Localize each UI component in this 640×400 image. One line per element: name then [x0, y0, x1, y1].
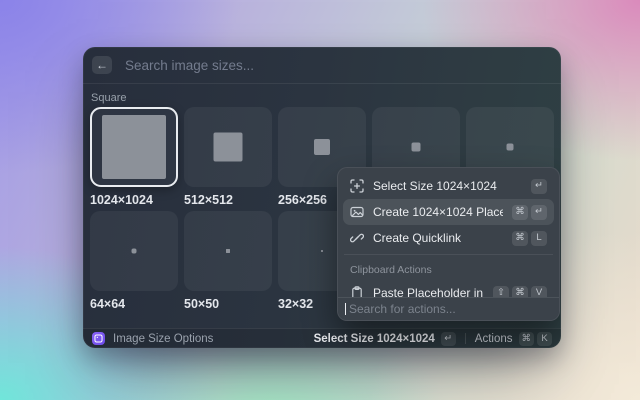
size-label: 64×64 [90, 297, 126, 311]
action-create-quicklink[interactable]: Create Quicklink ⌘ L [343, 225, 554, 251]
size-tile [90, 211, 178, 291]
size-square-preview [102, 115, 166, 179]
footer-divider [464, 333, 466, 344]
clipboard-actions-header: Clipboard Actions [350, 264, 432, 276]
key-command: ⌘ [518, 331, 534, 346]
key-return: ↵ [440, 331, 456, 346]
search-bar: ← Search image sizes... [83, 47, 561, 84]
actions-list: Select Size 1024×1024 ↵ Create 1024×1024… [338, 168, 559, 311]
section-title-square: Square [91, 92, 127, 104]
panel-divider [344, 254, 553, 255]
grid-item-512[interactable]: 512×512 [184, 107, 272, 207]
action-label: Select Size 1024×1024 [373, 179, 497, 193]
shortcut-keys: ↵ [531, 178, 547, 194]
link-icon [350, 231, 364, 245]
primary-action-label[interactable]: Select Size 1024×1024 [314, 333, 435, 345]
size-square-preview [131, 248, 137, 254]
shortcut-keys: ⌘ L [512, 230, 547, 246]
size-label: 1024×1024 [90, 193, 153, 207]
action-create-placeholder[interactable]: Create 1024×1024 Placeholder ⌘ ↵ [343, 199, 554, 225]
image-icon [350, 205, 364, 219]
key-command: ⌘ [512, 204, 528, 220]
size-square-preview [226, 249, 230, 253]
key-return: ↵ [531, 204, 547, 220]
key-l: L [531, 230, 547, 246]
extension-app-icon [92, 332, 105, 345]
actions-search-placeholder: Search for actions... [349, 302, 456, 316]
size-tile [184, 107, 272, 187]
size-square-preview [314, 139, 330, 155]
action-label: Create 1024×1024 Placeholder [373, 205, 503, 219]
select-size-icon [350, 179, 364, 193]
shortcut-keys: ⌘ K [518, 331, 552, 346]
actions-search-field[interactable]: Search for actions... [338, 297, 559, 320]
grid-item-64[interactable]: 64×64 [90, 211, 178, 311]
size-tile [90, 107, 178, 187]
size-label: 512×512 [184, 193, 234, 207]
footer-bar: Image Size Options Select Size 1024×1024… [83, 328, 561, 348]
size-label: 50×50 [184, 297, 220, 311]
grid-item-1024[interactable]: 1024×1024 [90, 107, 178, 207]
grid-item-50[interactable]: 50×50 [184, 211, 272, 311]
actions-button[interactable]: Actions [475, 333, 513, 345]
size-square-preview [506, 143, 514, 151]
search-input[interactable]: Search image sizes... [125, 58, 254, 73]
key-command: ⌘ [512, 230, 528, 246]
size-tile [184, 211, 272, 291]
action-label: Create Quicklink [373, 231, 462, 245]
arrow-left-icon: ← [96, 58, 108, 72]
text-caret [345, 303, 346, 315]
size-square-preview [213, 132, 243, 162]
key-return: ↵ [531, 178, 547, 194]
actions-panel: Select Size 1024×1024 ↵ Create 1024×1024… [337, 167, 560, 321]
size-square-preview [411, 142, 421, 152]
extension-name: Image Size Options [113, 332, 214, 345]
action-select-size[interactable]: Select Size 1024×1024 ↵ [343, 173, 554, 199]
back-button[interactable]: ← [92, 56, 112, 74]
shortcut-keys: ⌘ ↵ [512, 204, 547, 220]
key-k: K [537, 331, 552, 346]
size-square-preview [321, 250, 323, 252]
launcher-window: ← Search image sizes... Square 1024×1024… [83, 47, 561, 348]
